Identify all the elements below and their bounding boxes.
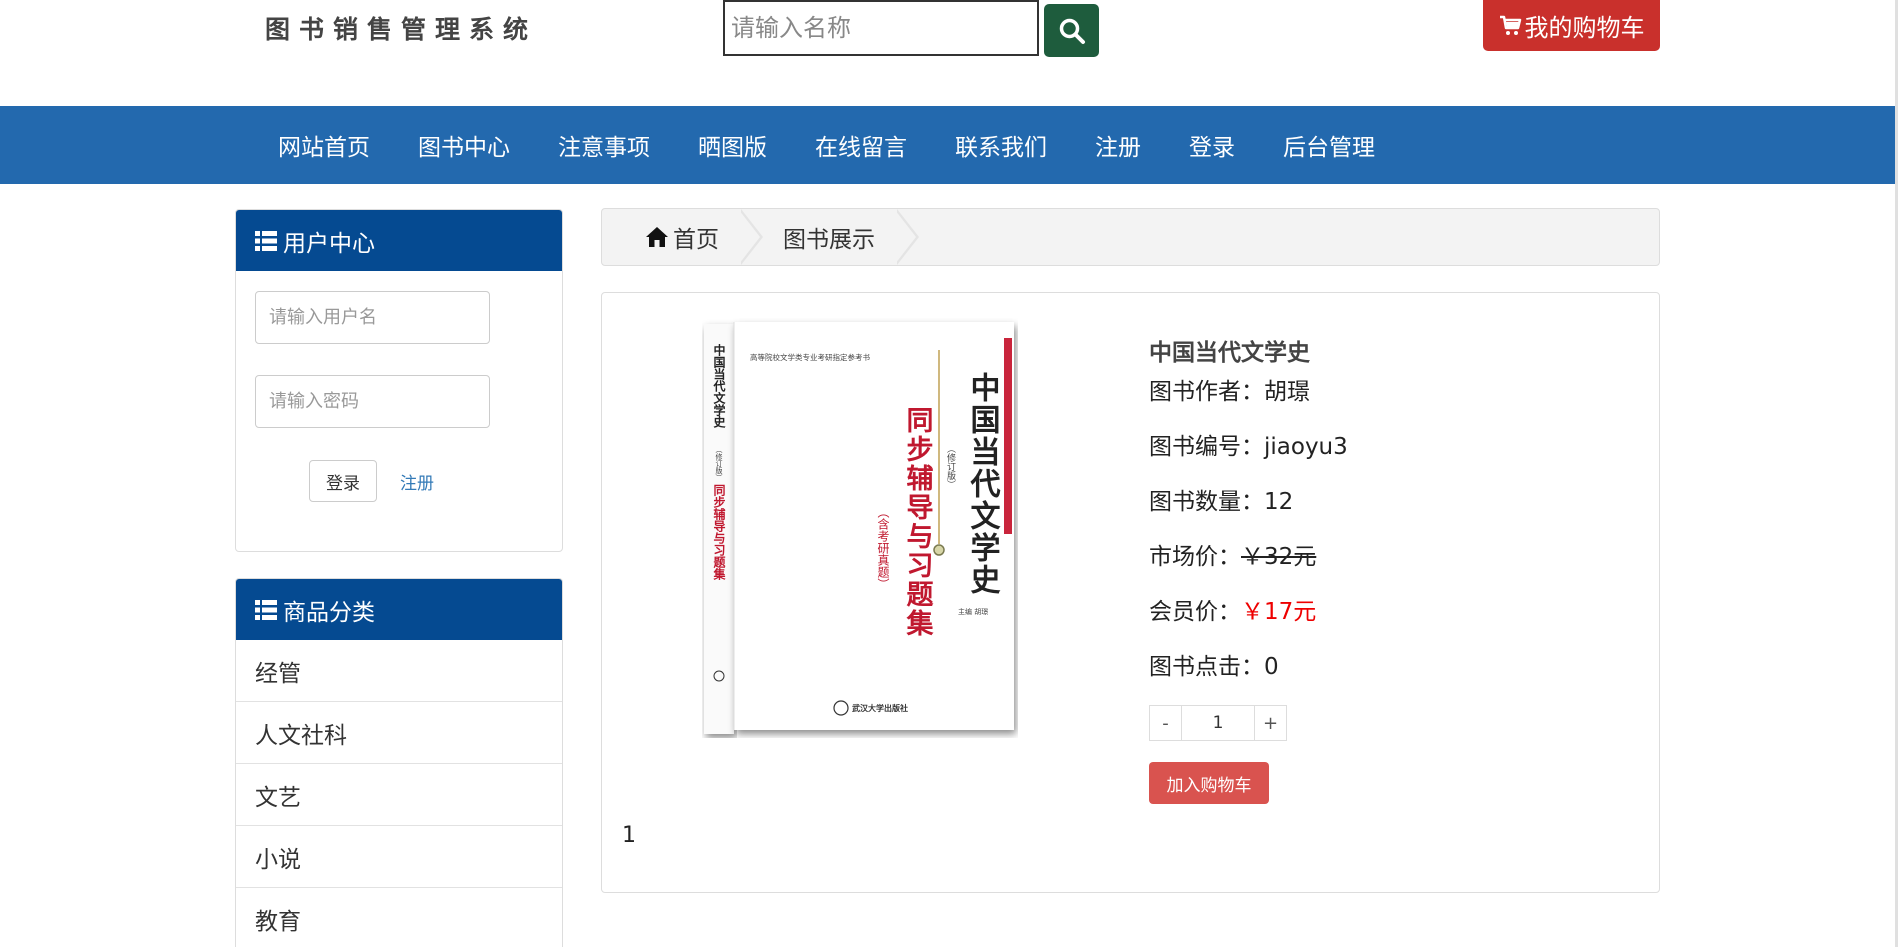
market-price-row: 市场价：￥32元 — [1149, 542, 1348, 597]
main-nav: 网站首页 图书中心 注意事项 晒图版 在线留言 联系我们 注册 登录 后台管理 — [0, 106, 1898, 184]
count-label: 图书数量： — [1149, 489, 1264, 515]
nav-item-message[interactable]: 在线留言 — [791, 128, 931, 162]
list-icon — [255, 230, 277, 251]
search-input[interactable] — [723, 0, 1039, 56]
shopping-cart-icon — [1499, 15, 1521, 35]
spine-subtitle: 同步辅导与习题集 — [712, 484, 726, 581]
category-header: 商品分类 — [236, 579, 562, 640]
quantity-decrease-button[interactable]: - — [1149, 705, 1182, 741]
search-button[interactable] — [1044, 4, 1099, 57]
count-row: 图书数量：12 — [1149, 487, 1348, 542]
nav-item-notices[interactable]: 注意事项 — [534, 128, 674, 162]
cover-series-text: 高等院校文学类专业考研指定参考书 — [750, 352, 870, 362]
category-item-management[interactable]: 经管 — [236, 640, 562, 702]
category-item-education[interactable]: 教育 — [236, 888, 562, 947]
nav-item-home[interactable]: 网站首页 — [254, 128, 394, 162]
password-field[interactable] — [255, 375, 490, 428]
quantity-input[interactable] — [1182, 705, 1254, 741]
breadcrumb-home-label: 首页 — [673, 227, 719, 253]
category-title: 商品分类 — [283, 599, 375, 626]
cover-subtitle: 同步辅导与习题集 — [902, 406, 935, 638]
nav-item-book-center[interactable]: 图书中心 — [394, 128, 534, 162]
login-button[interactable]: 登录 — [309, 460, 377, 502]
clicks-row: 图书点击：0 — [1149, 652, 1348, 707]
code-label: 图书编号： — [1149, 434, 1264, 460]
member-price-label: 会员价： — [1149, 599, 1241, 625]
breadcrumb-home[interactable]: 首页 — [602, 209, 741, 265]
nav-item-admin[interactable]: 后台管理 — [1259, 128, 1399, 162]
cover-note-text: （含考研真题） — [876, 506, 890, 590]
breadcrumb-separator — [739, 209, 763, 265]
breadcrumb: 首页 图书展示 — [601, 208, 1660, 266]
clicks-label: 图书点击： — [1149, 654, 1264, 680]
author-row: 图书作者：胡璟 — [1149, 377, 1348, 432]
spine-edition: （修订版） — [715, 446, 723, 481]
author-label: 图书作者： — [1149, 379, 1264, 405]
cover-main-title: 中国当代文学史 — [965, 372, 1002, 596]
clicks-value: 0 — [1264, 654, 1279, 680]
spine-title: 中国当代文学史 — [712, 343, 726, 429]
my-cart-label: 我的购物车 — [1524, 14, 1645, 42]
list-icon — [255, 599, 277, 620]
cover-editor-text: 主编 胡璟 — [958, 607, 988, 616]
nav-item-login[interactable]: 登录 — [1165, 128, 1259, 162]
count-value: 12 — [1264, 489, 1294, 515]
quantity-increase-button[interactable]: + — [1254, 705, 1287, 741]
cover-edition-text: （修订版） — [945, 444, 956, 489]
page-number[interactable]: 1 — [622, 823, 636, 848]
nav-item-photo-board[interactable]: 晒图版 — [674, 128, 791, 162]
user-center-header: 用户中心 — [236, 210, 562, 271]
code-value: jiaoyu3 — [1264, 434, 1348, 460]
product-detail: 高等院校文学类专业考研指定参考书 中国当代文学史 （修订版） 同步辅导与习题集 … — [601, 292, 1660, 893]
home-icon — [646, 227, 668, 247]
register-link[interactable]: 注册 — [400, 469, 434, 494]
username-field[interactable] — [255, 291, 490, 344]
member-price-row: 会员价：￥17元 — [1149, 597, 1348, 652]
category-item-humanities[interactable]: 人文社科 — [236, 702, 562, 764]
my-cart-button[interactable]: 我的购物车 — [1483, 0, 1660, 51]
user-center-title: 用户中心 — [283, 230, 375, 257]
header: 图书销售管理系统 我的购物车 — [0, 0, 1898, 106]
category-panel: 商品分类 经管 人文社科 文艺 小说 教育 — [235, 578, 563, 947]
user-center-panel: 用户中心 登录 注册 — [235, 209, 563, 552]
site-logo[interactable]: 图书销售管理系统 — [265, 10, 537, 46]
nav-item-register[interactable]: 注册 — [1071, 128, 1165, 162]
author-value: 胡璟 — [1264, 379, 1310, 405]
category-item-novels[interactable]: 小说 — [236, 826, 562, 888]
book-title: 中国当代文学史 — [1149, 340, 1310, 366]
quantity-stepper: - + — [1149, 705, 1348, 741]
market-price-label: 市场价： — [1149, 544, 1241, 570]
nav-item-contact[interactable]: 联系我们 — [931, 128, 1071, 162]
book-cover-image[interactable]: 高等院校文学类专业考研指定参考书 中国当代文学史 （修订版） 同步辅导与习题集 … — [702, 318, 1018, 738]
breadcrumb-separator — [895, 209, 919, 265]
add-to-cart-button[interactable]: 加入购物车 — [1149, 762, 1269, 804]
breadcrumb-current[interactable]: 图书展示 — [763, 209, 897, 265]
member-price-value: ￥17元 — [1241, 599, 1317, 625]
cover-press-text: 武汉大学出版社 — [852, 703, 908, 713]
product-info: 中国当代文学史 图书作者：胡璟 图书编号：jiaoyu3 图书数量：12 市场价… — [1149, 333, 1348, 804]
category-item-arts[interactable]: 文艺 — [236, 764, 562, 826]
market-price-value: ￥32元 — [1241, 544, 1317, 570]
search-icon — [1059, 18, 1085, 44]
code-row: 图书编号：jiaoyu3 — [1149, 432, 1348, 487]
